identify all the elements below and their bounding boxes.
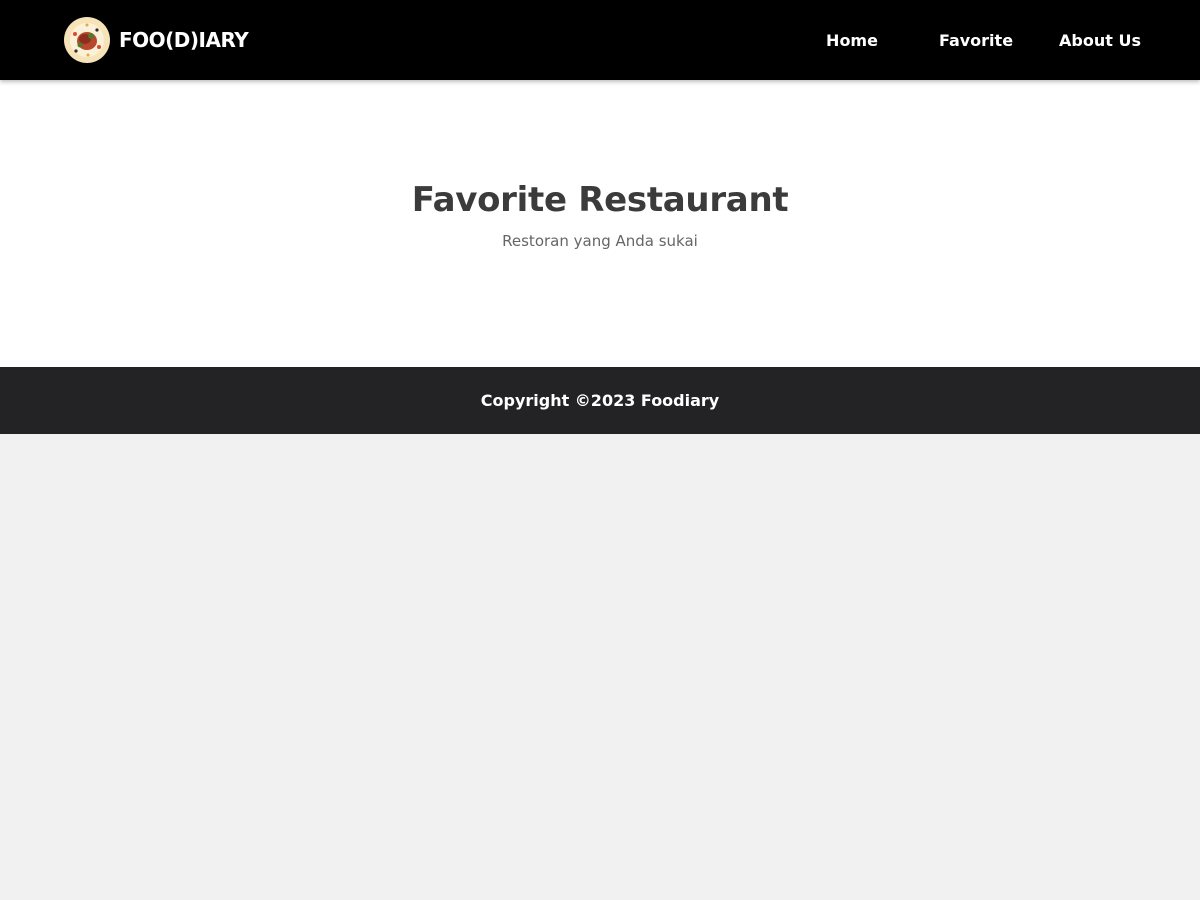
footer: Copyright ©2023 Foodiary bbox=[0, 367, 1200, 434]
hero-section: Favorite Restaurant Restoran yang Anda s… bbox=[0, 80, 1200, 367]
nav-item-favorite: Favorite bbox=[924, 0, 1028, 80]
nav-link-about-us[interactable]: About Us bbox=[1059, 31, 1141, 50]
navbar: FOO(D)IARY Home Favorite About Us bbox=[0, 0, 1200, 80]
nav-menu: Home Favorite About Us bbox=[0, 0, 1200, 80]
page-title: Favorite Restaurant bbox=[411, 180, 789, 220]
copyright-text: Copyright ©2023 Foodiary bbox=[480, 391, 720, 410]
nav-item-home: Home bbox=[800, 0, 904, 80]
nav-link-favorite[interactable]: Favorite bbox=[939, 31, 1013, 50]
nav-item-about-us: About Us bbox=[1048, 0, 1152, 80]
nav-link-home[interactable]: Home bbox=[826, 31, 878, 50]
page-subtitle: Restoran yang Anda sukai bbox=[502, 232, 698, 250]
